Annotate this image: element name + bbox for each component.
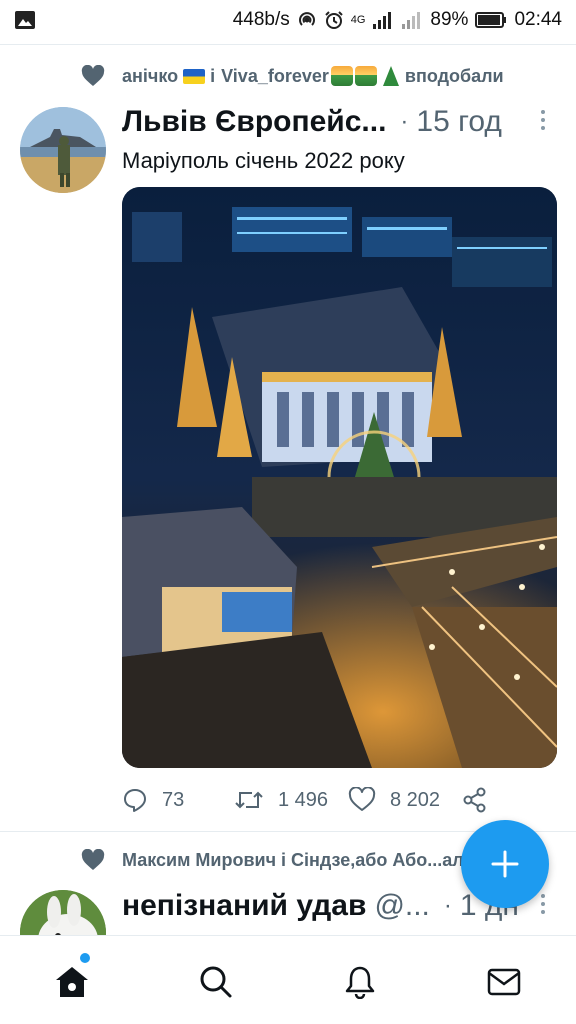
display-name-2[interactable]: непізнаний удав [122,889,366,923]
ukraine-flag-emoji [183,68,206,84]
retweet-icon [235,791,263,809]
more-options-icon[interactable] [536,110,550,134]
home-icon [56,967,88,997]
signal-icon-2 [402,12,421,29]
nav-notifications[interactable] [340,962,380,1002]
heart-filled-icon [81,65,105,86]
avatar-image [20,107,106,193]
reply-icon [124,789,146,812]
tweet-text: Маріуполь січень 2022 року [122,148,405,173]
christmas-tree-emoji [382,66,399,86]
nav-search[interactable] [196,962,236,1002]
compose-tweet-button[interactable] [461,820,549,908]
network-type: 4G [350,14,366,26]
social-action: вподобали [404,65,504,86]
separator-dot-2: · [443,892,452,919]
tweet-media-image[interactable] [122,187,557,768]
sunrise-emoji [330,66,353,86]
social-context[interactable]: анічко і Viva_forever вподобали [80,60,504,92]
bottom-navigation [0,935,576,1024]
connector: і [210,65,216,86]
gallery-notification-icon [15,11,35,29]
nav-messages[interactable] [484,962,524,1002]
separator-dot: · [400,108,409,135]
signal-icon [373,12,392,29]
tweet-header[interactable]: Львів Європейс... · 15 год [122,100,562,144]
avatar[interactable] [20,107,106,193]
tweet-actions: 73 1 496 8 202 [122,782,552,818]
share-icon [463,787,486,813]
liker-name-2: Viva_forever [221,65,329,86]
display-name[interactable]: Львів Європейс... [122,105,386,139]
heart-filled-icon-2 [81,849,105,870]
nav-home[interactable] [52,962,92,1002]
plus-icon [491,850,519,878]
status-bar: 448b/s 4G 89% 02:44 [0,0,576,40]
bell-icon [345,966,375,999]
net-speed: 448b/s [232,9,290,30]
clock: 02:44 [514,9,562,30]
hotspot-icon [298,12,315,26]
reply-count: 73 [162,788,185,811]
liker-name-1: анічко [122,65,179,86]
battery-icon [475,12,507,28]
top-divider [0,44,576,45]
search-icon [200,966,232,998]
sunrise-emoji-2 [354,66,377,86]
like-count: 8 202 [390,788,441,811]
alarm-icon [325,11,343,29]
retweet-button[interactable]: 1 496 [234,787,328,813]
tweet-time[interactable]: 15 год [416,105,502,139]
retweet-count: 1 496 [278,788,329,811]
like-button[interactable]: 8 202 [348,787,440,813]
battery-percent: 89% [430,9,469,30]
mail-icon [487,968,521,996]
night-city-photo [122,187,557,768]
more-options-icon-2[interactable] [536,894,550,918]
heart-outline-icon [348,787,376,811]
handle-2[interactable]: @... [374,889,429,923]
share-button[interactable] [462,787,488,813]
social-context-text: Максим Мирович і Сіндзе,або Або...али [122,849,475,870]
reply-button[interactable]: 73 [122,787,184,813]
unread-badge-dot [80,953,90,963]
